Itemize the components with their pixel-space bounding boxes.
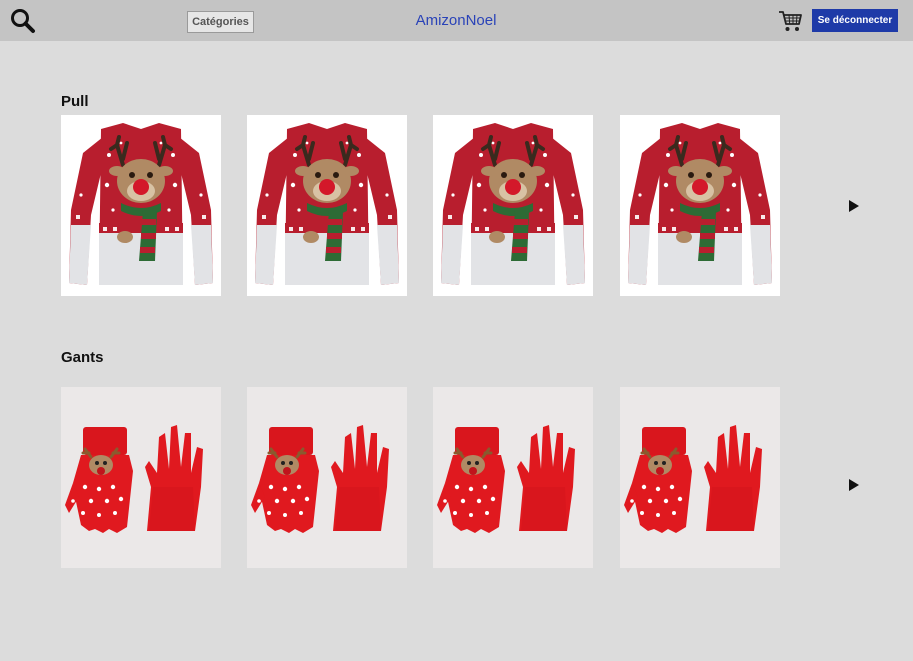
sweater-image: [433, 115, 593, 296]
gloves-image: [247, 387, 407, 568]
product-card-pull-1[interactable]: [61, 115, 221, 296]
product-card-gants-2[interactable]: [247, 387, 407, 568]
product-card-pull-2[interactable]: [247, 115, 407, 296]
gloves-image: [620, 387, 780, 568]
play-arrow-icon[interactable]: [846, 478, 860, 492]
product-card-gants-4[interactable]: [620, 387, 780, 568]
play-arrow-icon[interactable]: [846, 199, 860, 213]
sweater-image: [61, 115, 221, 296]
section-title-gants: Gants: [61, 349, 104, 366]
gloves-image: [61, 387, 221, 568]
brand-logo[interactable]: AmizonNoel: [380, 12, 532, 29]
categories-button[interactable]: Catégories: [187, 11, 254, 33]
sweater-image: [620, 115, 780, 296]
gloves-image: [433, 387, 593, 568]
section-title-pull: Pull: [61, 93, 89, 110]
logout-button[interactable]: Se déconnecter: [812, 9, 898, 32]
search-icon[interactable]: [10, 8, 36, 34]
product-card-pull-4[interactable]: [620, 115, 780, 296]
product-card-gants-1[interactable]: [61, 387, 221, 568]
sweater-image: [247, 115, 407, 296]
product-card-gants-3[interactable]: [433, 387, 593, 568]
product-card-pull-3[interactable]: [433, 115, 593, 296]
top-bar: Catégories AmizonNoel Se déconnecter: [0, 0, 913, 41]
cart-icon[interactable]: [778, 9, 803, 33]
